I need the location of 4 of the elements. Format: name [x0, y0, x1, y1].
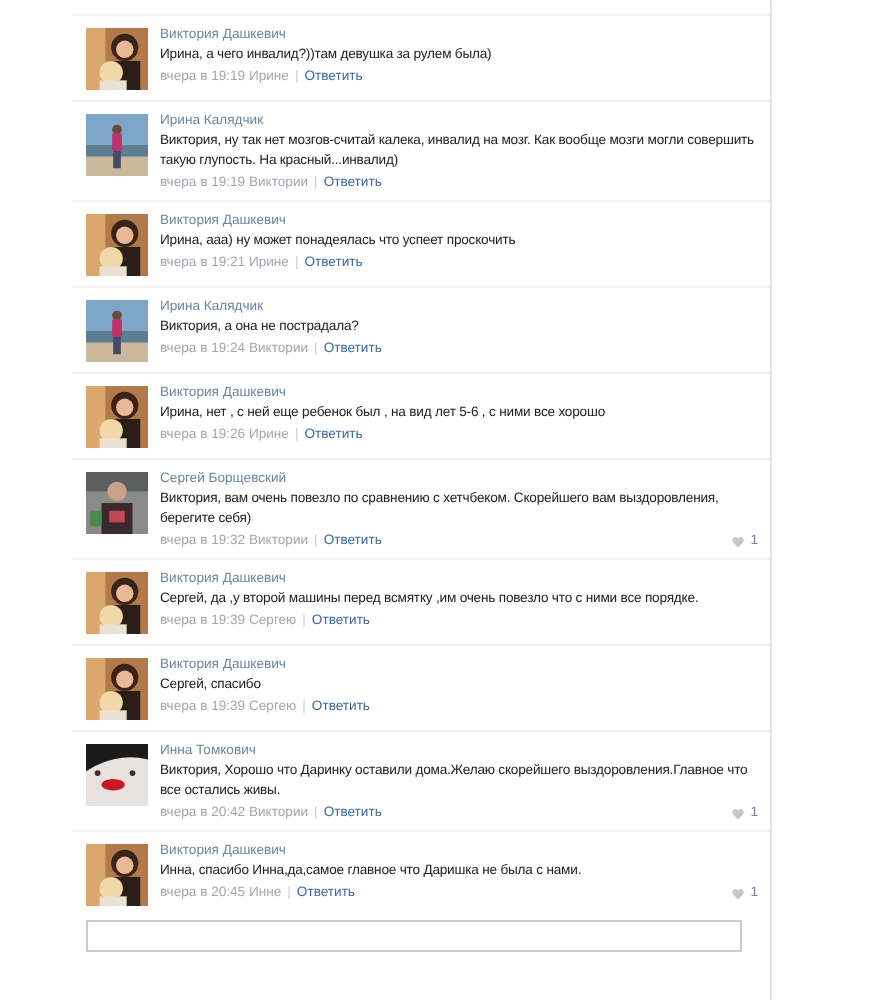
heart-icon[interactable]	[732, 535, 745, 547]
heart-icon[interactable]	[732, 887, 745, 899]
heart-icon[interactable]	[732, 807, 745, 819]
comment-field[interactable]	[86, 920, 742, 952]
